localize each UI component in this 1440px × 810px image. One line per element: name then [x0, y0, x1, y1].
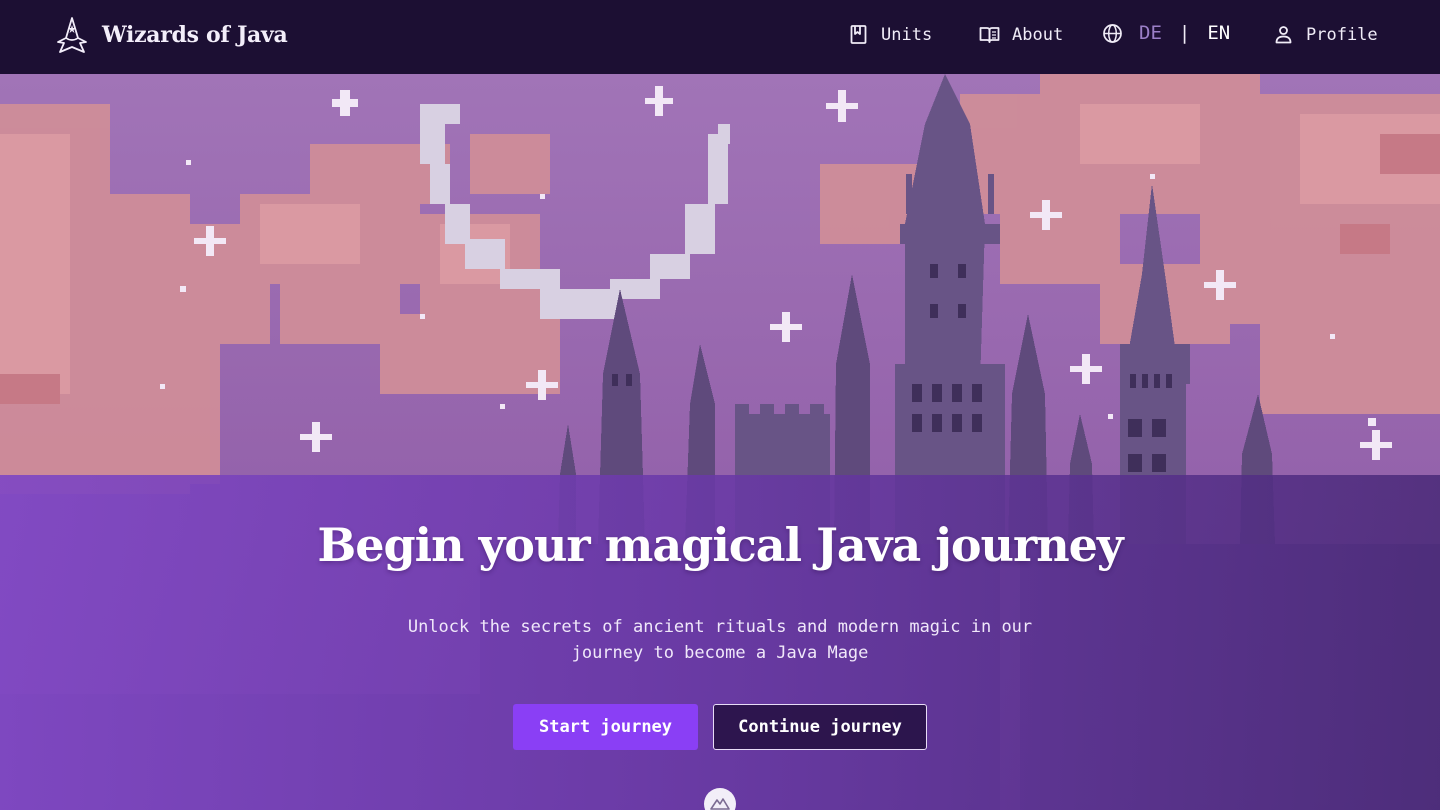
nav-about-label: About — [1012, 24, 1064, 45]
language-separator: | — [1178, 22, 1191, 44]
user-icon — [1275, 26, 1292, 44]
wizard-hat-icon — [57, 17, 87, 53]
start-journey-button[interactable]: Start journey — [513, 704, 698, 750]
brand-name: Wizards of Java — [102, 22, 288, 48]
hero-title: Begin your magical Java journey — [317, 518, 1123, 572]
hero-section: Begin your magical Java journey Unlock t… — [0, 74, 1440, 810]
language-switcher: DE | EN — [1102, 22, 1230, 44]
brand-link[interactable]: Wizards of Java — [56, 16, 288, 54]
book-icon — [979, 27, 1000, 43]
top-navbar: Wizards of Java Units About DE | EN Prof… — [0, 0, 1440, 74]
language-option-de[interactable]: DE — [1139, 22, 1162, 44]
nav-profile-link[interactable]: Profile — [1273, 24, 1378, 45]
nav-profile-label: Profile — [1306, 24, 1378, 45]
nav-about-link[interactable]: About — [979, 24, 1063, 45]
nav-units-label: Units — [881, 24, 933, 45]
language-option-en[interactable]: EN — [1207, 22, 1230, 44]
hero-subtitle: Unlock the secrets of ancient rituals an… — [407, 617, 1033, 663]
continue-journey-button[interactable]: Continue journey — [713, 704, 927, 750]
bookmark-icon — [850, 25, 867, 44]
mountain-icon — [710, 798, 730, 810]
nav-units-link[interactable]: Units — [848, 24, 932, 45]
globe-icon — [1103, 23, 1122, 43]
